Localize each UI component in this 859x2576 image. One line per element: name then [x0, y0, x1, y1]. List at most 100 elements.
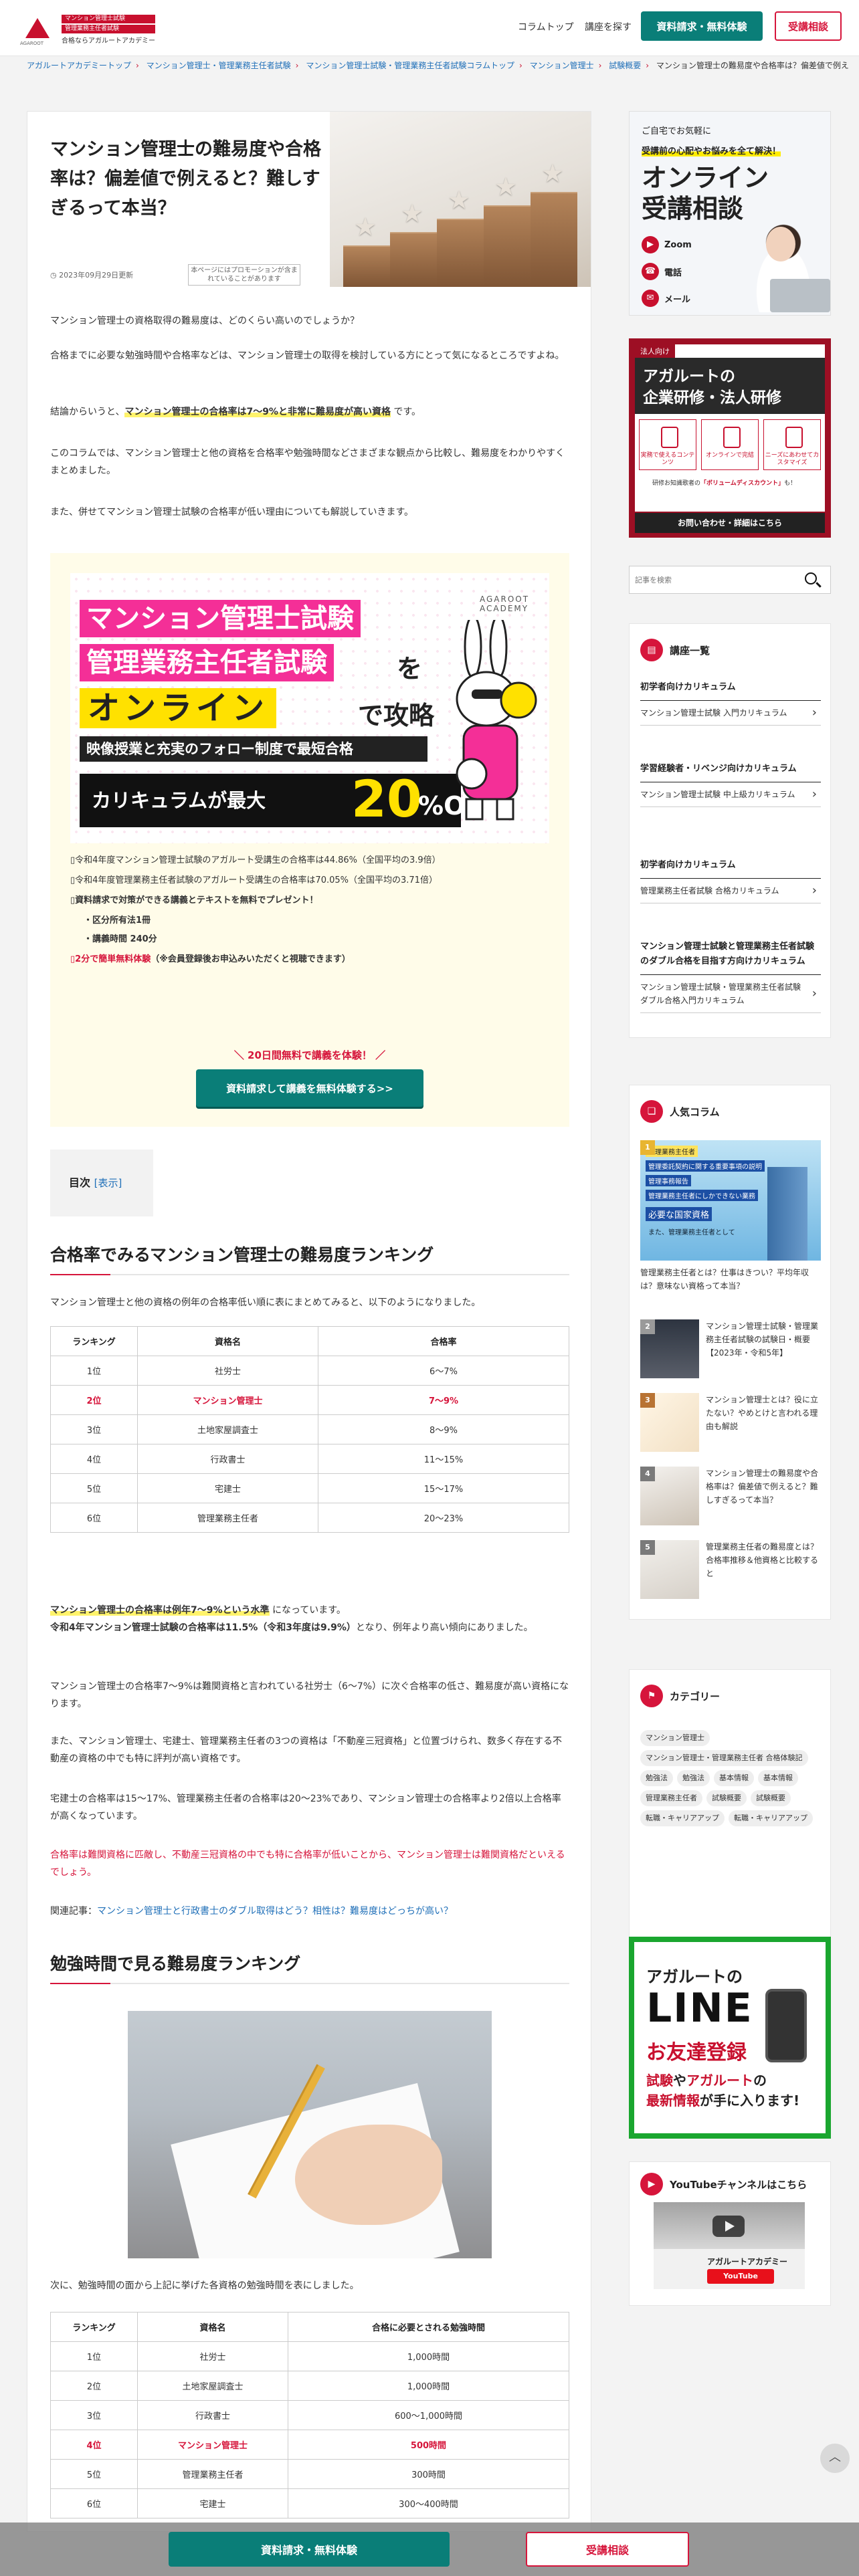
section-title: YouTubeチャンネルはこちら: [670, 2178, 807, 2191]
logo-tag: マンション管理士試験: [62, 15, 155, 23]
logo-wordmark: AGAROOT: [20, 40, 44, 46]
toc-toggle[interactable]: [表示]: [94, 1177, 122, 1189]
table-cell: 社労士: [137, 2341, 288, 2371]
table-cell: 6〜7%: [318, 1356, 569, 1386]
breadcrumb-separator-icon: ›: [598, 61, 602, 70]
agaroot-logo-icon: AGAROOT: [20, 17, 56, 46]
campaign-banner[interactable]: AGAROOT ACADEMY マンション管理士試験 管理業務主任者試験 を オ…: [70, 573, 549, 843]
category-tag[interactable]: 基本情報: [758, 1770, 798, 1786]
ad-text: アガルートの: [646, 1967, 743, 1986]
popular-item-title[interactable]: 管理業務主任者とは？仕事はきつい？平均年収は？意味ない資格って本当？: [640, 1266, 821, 1293]
request-materials-button[interactable]: 資料請求・無料体験: [169, 2532, 450, 2567]
zoom-option: ▶ Zoom: [642, 236, 692, 253]
banner-logo: AGAROOT ACADEMY: [480, 595, 530, 613]
text: となり、例年より高い傾向にありました。: [355, 1622, 533, 1633]
table-row: 1位 社労士 6〜7%: [50, 1356, 569, 1386]
popular-item-title[interactable]: マンション管理士試験・管理業務主任者試験の試験日・概要【2023年・令和5年】: [706, 1319, 821, 1360]
popular-item-title[interactable]: 管理業務主任者の難易度とは？合格率推移＆他資格と比較すると: [706, 1540, 821, 1580]
ad-text: 企業研修・法人研修: [643, 389, 781, 407]
table-cell: 3位: [50, 2400, 138, 2430]
back-to-top-icon[interactable]: ︿: [820, 2444, 850, 2473]
youtube-thumbnail[interactable]: アガルートアカデミー YouTube: [654, 2202, 805, 2289]
search-input[interactable]: [635, 572, 795, 588]
breadcrumb-item[interactable]: 試験概要: [609, 61, 641, 70]
ad-text: も！: [784, 480, 797, 487]
table-cell: 11〜15%: [318, 1444, 569, 1474]
contact-link[interactable]: お問い合わせ・詳細はこちら: [635, 513, 825, 533]
rank-badge: 4: [640, 1467, 655, 1481]
nav-column-top[interactable]: コラムトップ: [518, 20, 574, 33]
paragraph: 関連記事：マンション管理士と行政書士のダブル取得はどう？相性は？難易度はどっちが…: [50, 1903, 569, 1920]
paragraph: マンション管理士の合格率7〜9%は難関資格と言われている社労士（6〜7%）に次ぐ…: [50, 1681, 569, 1709]
course-link[interactable]: マンション管理士試験 中上級カリキュラム: [640, 782, 821, 807]
building-shape: [767, 1167, 807, 1261]
ad-tag: 法人向け: [635, 344, 675, 358]
site-header: AGAROOT マンション管理士試験 管理業務主任者試験 合格ならアガルートアカ…: [0, 0, 859, 56]
table-row: 6位 管理業務主任者 20〜23%: [50, 1503, 569, 1533]
consultation-button[interactable]: 受講相談: [526, 2532, 689, 2567]
table-cell: 300〜400時間: [288, 2488, 569, 2518]
ad-text: Zoom: [664, 239, 692, 250]
category-tag[interactable]: 基本情報: [714, 1770, 754, 1786]
paragraph: 次に、勉強時間の面から上記に挙げた各資格の勉強時間を表にしました。: [50, 2280, 359, 2291]
category-tag[interactable]: 転職・キャリアアップ: [729, 1810, 813, 1826]
popular-item-title[interactable]: マンション管理士とは？役に立たない？やめとけと言われる理由も解説: [706, 1393, 821, 1433]
request-materials-button[interactable]: 資料請求・無料体験: [641, 11, 763, 41]
breadcrumb-separator-icon: ›: [646, 61, 650, 70]
table-cell: 管理業務主任者: [137, 1503, 318, 1533]
popular-featured-image[interactable]: 管理業務主任者 管理委託契約に関する重要事項の説明 管理事務報告 管理業務主任者…: [640, 1140, 821, 1261]
play-icon[interactable]: [712, 2216, 745, 2237]
breadcrumb-item[interactable]: マンション管理士・管理業務主任者試験: [147, 61, 291, 70]
breadcrumb-item[interactable]: マンション管理士: [530, 61, 594, 70]
table-cell: 社労士: [137, 1356, 318, 1386]
ad-text: LINE: [646, 1985, 753, 2032]
online-consult-ad[interactable]: ご自宅でお気軽に 受講前の心配やお悩みを全て解決！ オンライン 受講相談 ▶ Zoo…: [629, 111, 831, 316]
table-cell: 土地家屋調査士: [137, 2371, 288, 2401]
section-heading: 合格率でみるマンション管理士の難易度ランキング: [50, 1242, 569, 1275]
category-tag[interactable]: 転職・キャリアアップ: [640, 1810, 725, 1826]
breadcrumb-item[interactable]: アガルートアカデミートップ: [27, 61, 131, 70]
consultation-button[interactable]: 受講相談: [775, 11, 842, 41]
category-tag[interactable]: マンション管理士: [640, 1730, 710, 1746]
section-title: カテゴリー: [670, 1690, 721, 1703]
table-row: 5位 管理業務主任者 300時間: [50, 2459, 569, 2489]
corporate-training-ad[interactable]: 法人向け アガルートの 企業研修・法人研修 実務で使えるコンテンツ オンラインで完…: [629, 338, 831, 538]
category-tag[interactable]: 試験概要: [751, 1790, 791, 1806]
sticky-cta-bar: 資料請求・無料体験 受講相談: [0, 2523, 859, 2576]
campaign-point: ・講義時間 240分: [84, 934, 157, 944]
table-row: 2位 マンション管理士 7〜9%: [50, 1385, 569, 1415]
article-search: [629, 566, 831, 594]
image-caption: 必要な国家資格: [646, 1207, 712, 1221]
course-group-title: マンション管理士試験と管理業務主任者試験のダブル合格を目指す方向けカリキュラム: [640, 940, 821, 975]
category-tag[interactable]: 勉強法: [640, 1770, 673, 1786]
logo-subtitle: 合格ならアガルートアカデミー: [62, 37, 155, 45]
popular-item-title[interactable]: マンション管理士の難易度や合格率は？偏差値で例えると？難しすぎるって本当？: [706, 1467, 821, 1507]
category-tag[interactable]: マンション管理士・管理業務主任者 合格体験記: [640, 1750, 808, 1766]
category-tag[interactable]: 試験概要: [706, 1790, 747, 1806]
course-link[interactable]: マンション管理士試験 入門カリキュラム: [640, 701, 821, 726]
search-icon[interactable]: [805, 572, 817, 584]
breadcrumb-item[interactable]: マンション管理士試験・管理業務主任者試験コラムトップ: [306, 61, 514, 70]
site-logo[interactable]: AGAROOT マンション管理士試験 管理業務主任者試験 合格ならアガルートアカ…: [20, 15, 155, 46]
image-caption: 管理事務報告: [646, 1175, 691, 1186]
banner-line: オンライン: [80, 688, 277, 728]
category-tag[interactable]: 管理業務主任者: [640, 1790, 702, 1806]
breadcrumb-separator-icon: ›: [518, 61, 522, 70]
table-cell: 2位: [50, 2371, 138, 2401]
course-link[interactable]: マンション管理士試験・管理業務主任者試験 ダブル合格入門カリキュラム: [640, 975, 821, 1013]
youtube-subscribe-button[interactable]: YouTube: [707, 2269, 774, 2284]
free-trial-button[interactable]: 資料請求して講義を無料体験する>>: [196, 1069, 423, 1107]
ad-text: オンライン: [642, 163, 769, 193]
banner-line: を: [397, 654, 423, 683]
line-friend-ad[interactable]: アガルートの LINE お友達登録 試験やアガルートの 最新情報が手に入ります!: [629, 1937, 831, 2139]
related-article-link[interactable]: マンション管理士と行政書士のダブル取得はどう？相性は？難易度はどっちが高い？: [97, 1906, 453, 1917]
table-cell: 8〜9%: [318, 1414, 569, 1444]
category-tag[interactable]: 勉強法: [677, 1770, 710, 1786]
text: 関連記事：: [50, 1906, 97, 1917]
breadcrumb: アガルートアカデミートップ › マンション管理士・管理業務主任者試験 › マンション…: [27, 60, 850, 71]
course-group: 初学者向けカリキュラム 管理業務主任者試験 合格カリキュラム: [640, 858, 821, 903]
nav-find-course[interactable]: 講座を探す: [585, 20, 632, 33]
course-group-title: 学習経験者・リベンジ向けカリキュラム: [640, 762, 821, 782]
section-title: 講座一覧: [670, 644, 710, 657]
course-link[interactable]: 管理業務主任者試験 合格カリキュラム: [640, 879, 821, 903]
